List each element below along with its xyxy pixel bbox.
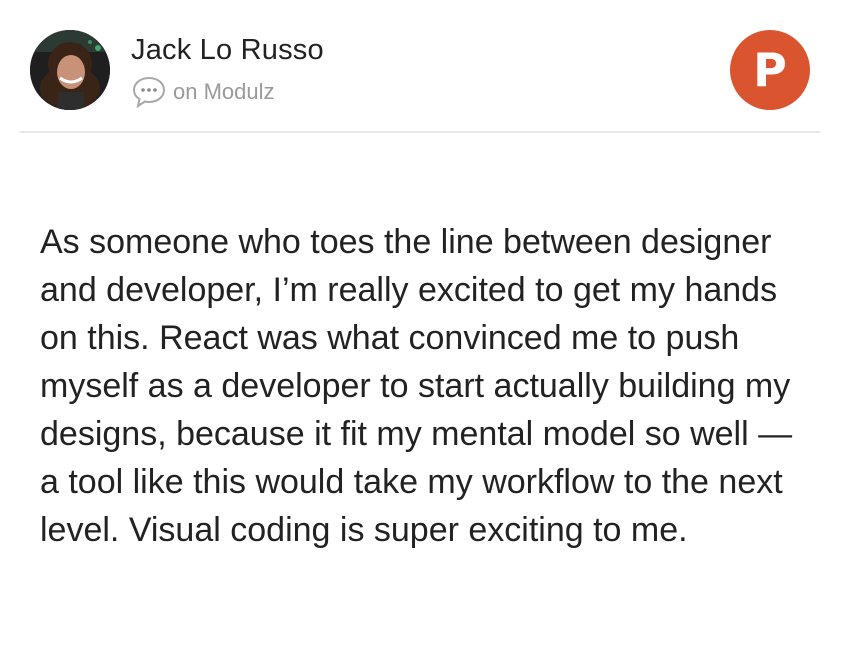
source-line: on Modulz <box>131 74 275 110</box>
avatar-image <box>30 30 110 110</box>
source-text[interactable]: on Modulz <box>173 79 275 105</box>
author-name[interactable]: Jack Lo Russo <box>131 34 324 67</box>
testimonial-text: As someone who toes the line between des… <box>40 223 793 549</box>
testimonial-card: Jack Lo Russo on Modulz P As someone who… <box>0 0 843 656</box>
avatar <box>30 30 110 110</box>
comment-bubble-icon <box>131 74 167 110</box>
product-hunt-icon[interactable]: P <box>730 30 810 110</box>
card-header: Jack Lo Russo on Modulz P <box>20 0 820 133</box>
